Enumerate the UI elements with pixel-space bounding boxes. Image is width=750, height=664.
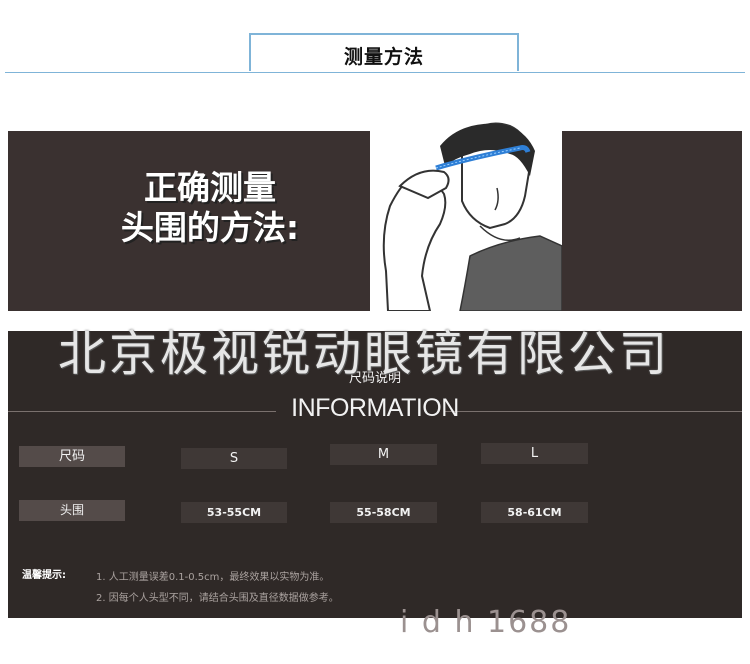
head-size-s: 53-55CM	[181, 502, 287, 523]
head-measure-illustration	[370, 106, 563, 312]
size-m: M	[330, 444, 437, 465]
head-size-l: 58-61CM	[481, 502, 588, 523]
size-l: L	[481, 443, 588, 464]
size-s: S	[181, 448, 287, 469]
tip-2: 2. 因每个人头型不同，请结合头围及直径数据做参考。	[96, 593, 339, 604]
banner-line-1: 正确测量	[144, 168, 276, 207]
section-title: 测量方法	[343, 46, 424, 68]
tips-label: 温馨提示:	[22, 570, 66, 581]
man-measuring-head-image	[382, 122, 563, 312]
banner-right-panel	[562, 131, 742, 311]
bottom-watermark: i d h 1688	[400, 605, 572, 640]
banner-line-2: 头围的方法:	[120, 208, 300, 247]
tip-1: 1. 人工测量误差0.1-0.5cm，最终效果以实物为准。	[96, 572, 330, 583]
head-row-label: 头围	[19, 500, 125, 521]
company-watermark: 北京极视锐动眼镜有限公司	[58, 326, 671, 382]
title-divider	[5, 72, 745, 73]
head-size-m: 55-58CM	[330, 502, 437, 523]
banner-text: 正确测量 头围的方法:	[60, 168, 360, 248]
size-row-label: 尺码	[19, 446, 125, 467]
section-title-box: 测量方法	[249, 33, 519, 71]
info-title: INFORMATION	[291, 394, 459, 422]
